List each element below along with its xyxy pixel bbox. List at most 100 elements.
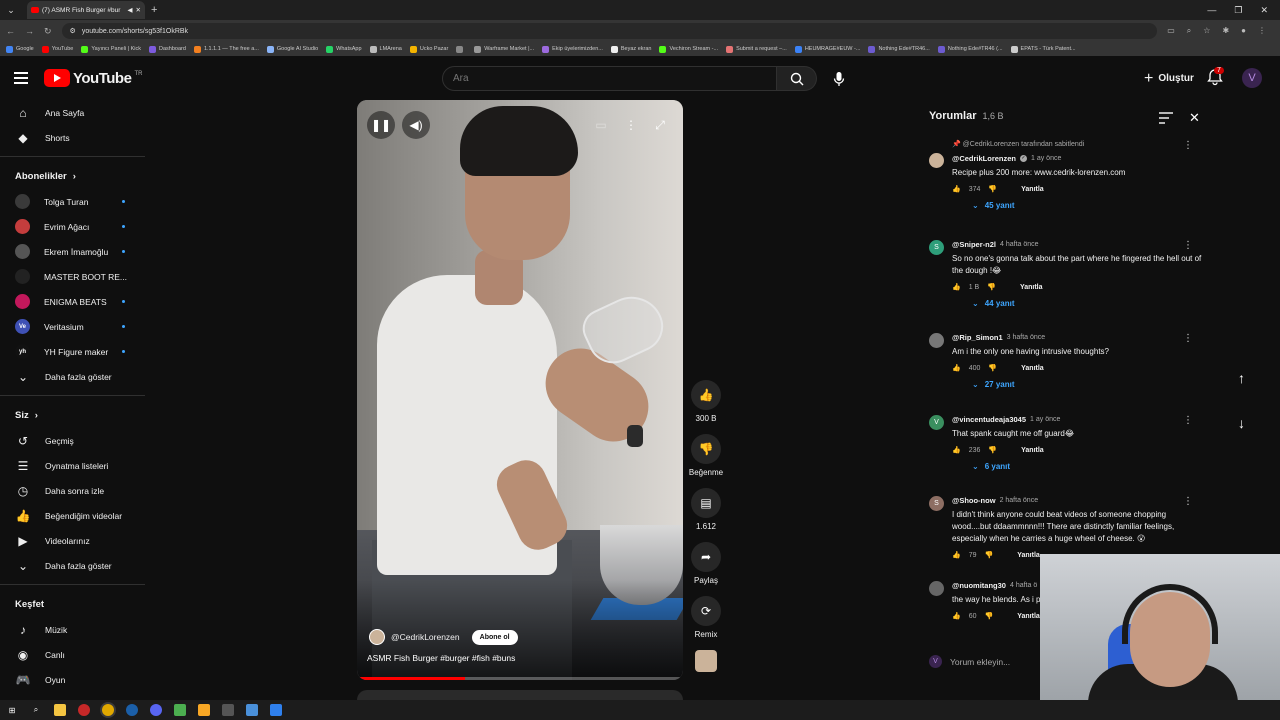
comment-avatar[interactable]: S [929, 496, 944, 511]
add-comment-input[interactable]: Yorum ekleyin... [950, 657, 1010, 667]
share-button[interactable]: ➦ [691, 542, 721, 572]
comment-like-icon[interactable]: 👍 [952, 364, 961, 372]
new-tab-icon[interactable]: + [151, 4, 157, 16]
subscribe-button[interactable]: Abone ol [471, 629, 518, 645]
add-comment-row[interactable]: V Yorum ekleyin... [929, 655, 1010, 668]
comment-author[interactable]: @Rip_Simon1 [952, 333, 1003, 342]
taskbar-green-app-icon[interactable] [174, 704, 186, 716]
fullscreen-button[interactable]: ⤢ [646, 111, 674, 139]
comment-dislike-icon[interactable]: 👎 [987, 283, 996, 291]
bookmark-item[interactable]: HEUMRAGE#EUW -... [794, 45, 860, 53]
like-button[interactable]: 👍 [691, 380, 721, 410]
next-short-icon[interactable]: ↓ [1238, 415, 1245, 431]
hamburger-menu-icon[interactable] [14, 68, 34, 88]
comment-avatar[interactable]: S [929, 240, 944, 255]
steam-icon[interactable] [126, 704, 138, 716]
account-avatar[interactable]: V [1242, 68, 1262, 88]
comment-avatar[interactable] [929, 153, 944, 168]
channel-name[interactable]: @CedrikLorenzen [391, 632, 460, 642]
sidebar-item-gaming[interactable]: 🎮 Oyun [0, 667, 145, 692]
close-comments-icon[interactable]: ✕ [1189, 110, 1200, 126]
view-replies-button[interactable]: ⌄ 45 yanıt [972, 201, 1207, 210]
sidebar-item-playlists[interactable]: ☰ Oynatma listeleri [0, 453, 145, 478]
bookmark-item[interactable]: Google AI Studio [266, 45, 318, 53]
dislike-button[interactable]: 👎 [691, 434, 721, 464]
comment-avatar[interactable]: V [929, 415, 944, 430]
youtube-logo[interactable]: YouTube TR [44, 69, 142, 87]
reply-button[interactable]: Yanıtla [1021, 447, 1044, 454]
subscription-item[interactable]: Tolga Turan [0, 189, 145, 214]
minimize-icon[interactable]: — [1207, 5, 1216, 16]
next-short-preview[interactable] [357, 690, 683, 700]
bookmark-item[interactable]: Yayıncı Paneli | Kick [81, 45, 141, 53]
tab-close-icon[interactable]: ✕ [136, 6, 141, 14]
video-progress-bar[interactable] [357, 677, 683, 680]
reply-button[interactable]: Yanıtla [1017, 613, 1040, 620]
profile-icon[interactable]: ● [1241, 26, 1246, 36]
subscription-item[interactable]: yh YH Figure maker [0, 339, 145, 364]
browser-menu-icon[interactable]: ⋮ [1258, 26, 1266, 36]
reply-button[interactable]: Yanıtla [1017, 552, 1040, 559]
reply-button[interactable]: Yanıtla [1021, 186, 1044, 193]
comment-author[interactable]: @Shoo-now [952, 496, 996, 505]
reply-button[interactable]: Yanıtla [1020, 284, 1043, 291]
bookmark-item[interactable]: LMArena [369, 45, 402, 53]
bookmark-item[interactable]: YouTube [41, 45, 73, 53]
subscription-item[interactable]: Evrim Ağacı [0, 214, 145, 239]
sidebar-item-history[interactable]: ↺ Geçmiş [0, 428, 145, 453]
browser-tab-active[interactable]: (7) ASMR Fish Burger #bur ◀ ✕ [27, 1, 145, 19]
sidebar-item-shorts[interactable]: ◆ Shorts [0, 125, 145, 150]
comment-more-icon[interactable]: ⋮ [1183, 240, 1193, 251]
reply-button[interactable]: Yanıtla [1021, 365, 1044, 372]
taskbar-photos-icon[interactable] [246, 704, 258, 716]
comment-like-icon[interactable]: 👍 [952, 283, 961, 291]
captions-button[interactable]: ▭ [587, 111, 615, 139]
subscriptions-heading[interactable]: Abonelikler › [0, 163, 145, 189]
bookmark-item[interactable]: Beyaz ekran [610, 45, 651, 53]
taskbar-draw-icon[interactable] [270, 704, 282, 716]
comment-dislike-icon[interactable]: 👎 [988, 446, 997, 454]
subs-show-more[interactable]: ⌄ Daha fazla göster [0, 364, 145, 389]
bookmark-item[interactable]: WhatsApp [326, 45, 362, 53]
bookmark-item[interactable]: Submit a request –... [726, 45, 787, 53]
taskbar-app-icon[interactable] [78, 704, 90, 716]
sidebar-item-music[interactable]: ♪ Müzik [0, 617, 145, 642]
you-show-more[interactable]: ⌄ Daha fazla göster [0, 553, 145, 578]
discord-icon[interactable] [150, 704, 162, 716]
bookmark-item[interactable]: 1.1.1.1 — The free a... [193, 45, 259, 53]
window-close-icon[interactable]: ✕ [1260, 5, 1268, 16]
comments-button[interactable]: ▤ [691, 488, 721, 518]
sort-icon[interactable] [1159, 112, 1173, 124]
tab-audio-icon[interactable]: ◀ [128, 6, 133, 14]
bookmark-item[interactable]: Warframe Market |... [474, 45, 534, 53]
taskbar-search-icon[interactable]: ⌕ [30, 704, 42, 716]
forward-icon[interactable]: → [25, 26, 34, 36]
reload-icon[interactable]: ↻ [44, 26, 52, 37]
site-info-icon[interactable]: ⚙ [70, 27, 76, 35]
comment-more-icon[interactable]: ⋮ [1183, 140, 1193, 151]
comment-like-icon[interactable]: 👍 [952, 551, 961, 559]
search-button[interactable] [777, 66, 817, 91]
video-more-button[interactable]: ⋮ [617, 111, 645, 139]
cast-icon[interactable]: ▭ [1167, 26, 1175, 36]
bookmark-item[interactable]: EPATS - Türk Patent... [1010, 45, 1076, 53]
maximize-icon[interactable]: ❐ [1234, 5, 1242, 16]
subscription-item[interactable]: Ve Veritasium [0, 314, 145, 339]
extensions-icon[interactable]: ✱ [1222, 26, 1229, 36]
remix-button[interactable]: ⟳ [691, 596, 721, 626]
pause-button[interactable]: ❚❚ [367, 111, 395, 139]
sidebar-item-watch-later[interactable]: ◷ Daha sonra izle [0, 478, 145, 503]
create-button[interactable]: + Oluştur [1136, 66, 1202, 91]
view-replies-button[interactable]: ⌄ 6 yanıt [972, 462, 1207, 471]
comment-like-icon[interactable]: 👍 [952, 612, 961, 620]
bookmark-item[interactable]: Vechiron Stream -... [659, 45, 718, 53]
comment-author[interactable]: @CedrikLorenzen [952, 154, 1016, 163]
bookmark-item[interactable]: Ucko Pazar [409, 45, 448, 53]
view-replies-button[interactable]: ⌄ 27 yanıt [972, 380, 1207, 389]
address-bar[interactable]: ⚙ youtube.com/shorts/sg53f1OkRBk [61, 23, 1158, 39]
comment-author[interactable]: @Sniper-n2l [952, 240, 996, 249]
comment-dislike-icon[interactable]: 👎 [988, 185, 997, 193]
bookmark-item[interactable]: Nothing Ede#TR46... [868, 45, 930, 53]
subscription-item[interactable]: ENIGMA BEATS [0, 289, 145, 314]
view-replies-button[interactable]: ⌄ 44 yanıt [972, 299, 1207, 308]
